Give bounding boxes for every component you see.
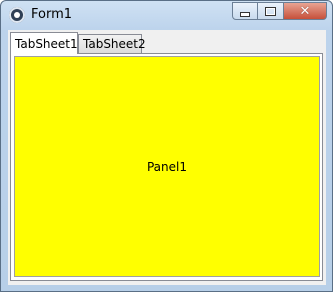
minimize-icon <box>240 11 250 17</box>
title-bar[interactable]: Form1 ✕ <box>1 1 332 29</box>
caption-buttons: ✕ <box>232 2 327 20</box>
tab-label: TabSheet2 <box>83 37 146 51</box>
application-window: Form1 ✕ TabSheet1 TabSheet2 Panel1 <box>0 0 333 292</box>
maximize-button[interactable] <box>258 2 284 20</box>
tab-tabsheet2[interactable]: TabSheet2 <box>78 34 146 53</box>
close-icon: ✕ <box>299 3 311 19</box>
tab-page: Panel1 <box>10 53 323 281</box>
window-title: Form1 <box>31 7 73 22</box>
maximize-icon <box>265 6 276 16</box>
tab-tabsheet1[interactable]: TabSheet1 <box>10 32 78 54</box>
tab-label: TabSheet1 <box>15 36 78 51</box>
close-button[interactable]: ✕ <box>284 2 327 20</box>
panel1[interactable]: Panel1 <box>14 56 320 277</box>
app-icon[interactable] <box>9 7 25 23</box>
form-client-area: TabSheet1 TabSheet2 Panel1 <box>8 30 326 285</box>
panel-caption: Panel1 <box>146 159 187 174</box>
minimize-button[interactable] <box>232 2 258 20</box>
